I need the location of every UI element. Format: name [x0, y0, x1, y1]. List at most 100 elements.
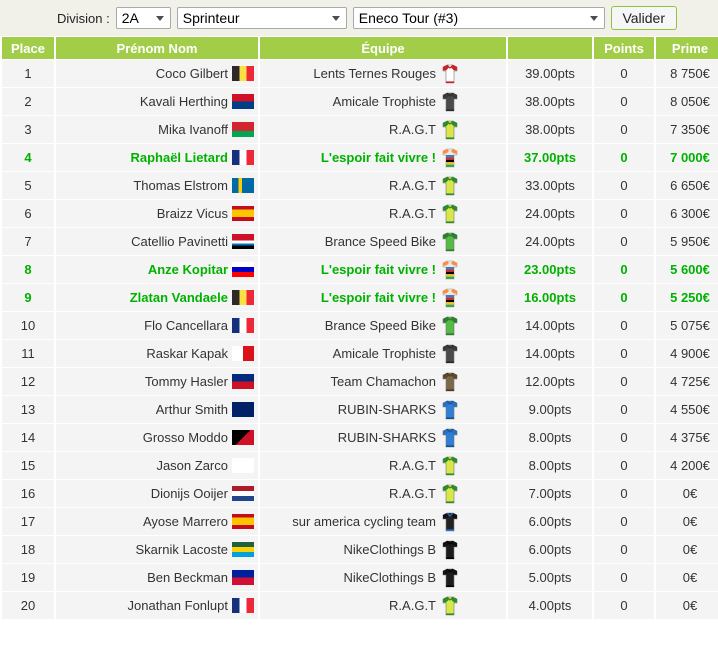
- table-row[interactable]: 12 Tommy Hasler Team Chamachon 12.00pts 0 4 7…: [2, 368, 718, 395]
- team-name-label: R.A.G.T: [389, 486, 436, 501]
- table-row[interactable]: 19 Ben Beckman NikeClothings B 5.00pts 0 0€: [2, 564, 718, 591]
- cell-prime: 0€: [656, 508, 718, 535]
- cell-rider-name[interactable]: Raskar Kapak: [56, 340, 258, 367]
- cell-rider-name[interactable]: Dionijs Ooijer: [56, 480, 258, 507]
- jersey-icon: [440, 595, 460, 617]
- column-header-points-total[interactable]: [508, 37, 592, 59]
- column-header-name[interactable]: Prénom Nom: [56, 37, 258, 59]
- flag-icon-spain: [232, 514, 254, 529]
- flag-icon-belgium: [232, 66, 254, 81]
- table-row[interactable]: 5 Thomas Elstrom R.A.G.T 33.00pts 0 6 650€: [2, 172, 718, 199]
- team-name-label: R.A.G.T: [389, 178, 436, 193]
- cell-team-name[interactable]: Amicale Trophiste: [260, 88, 506, 115]
- cell-rider-name[interactable]: Tommy Hasler: [56, 368, 258, 395]
- column-header-prime[interactable]: Prime: [656, 37, 718, 59]
- cell-team-name[interactable]: R.A.G.T: [260, 452, 506, 479]
- cell-points-total: 12.00pts: [508, 368, 592, 395]
- table-row[interactable]: 17 Ayose Marrero sur america cycling team 6…: [2, 508, 718, 535]
- cell-points-total: 33.00pts: [508, 172, 592, 199]
- cell-team-name[interactable]: R.A.G.T: [260, 172, 506, 199]
- column-header-place[interactable]: Place: [2, 37, 54, 59]
- table-row[interactable]: 14 Grosso Moddo RUBIN-SHARKS 8.00pts 0 4 375€: [2, 424, 718, 451]
- validate-button[interactable]: Valider: [610, 6, 677, 30]
- table-row[interactable]: 7 Catellio Pavinetti Brance Speed Bike 24.0…: [2, 228, 718, 255]
- table-row[interactable]: 6 Braizz Vicus R.A.G.T 24.00pts 0 6 300€: [2, 200, 718, 227]
- role-select[interactable]: Sprinteur: [176, 7, 347, 29]
- cell-rider-name[interactable]: Ben Beckman: [56, 564, 258, 591]
- table-row[interactable]: 15 Jason Zarco R.A.G.T 8.00pts 0 4 200€: [2, 452, 718, 479]
- cell-rider-name[interactable]: Thomas Elstrom: [56, 172, 258, 199]
- cell-team-name[interactable]: L'espoir fait vivre !: [260, 284, 506, 311]
- cell-team-name[interactable]: Brance Speed Bike: [260, 228, 506, 255]
- race-select[interactable]: Eneco Tour (#3): [352, 7, 605, 29]
- cell-team-name[interactable]: R.A.G.T: [260, 116, 506, 143]
- jersey-icon: [440, 147, 460, 169]
- cell-rider-name[interactable]: Coco Gilbert: [56, 60, 258, 87]
- cell-team-name[interactable]: Team Chamachon: [260, 368, 506, 395]
- cell-team-name[interactable]: R.A.G.T: [260, 480, 506, 507]
- cell-rider-name[interactable]: Kavali Herthing: [56, 88, 258, 115]
- flag-icon-panama: [232, 346, 254, 361]
- team-name-label: R.A.G.T: [389, 598, 436, 613]
- table-row[interactable]: 4 Raphaël Lietard L'espoir fait vivre ! 37.…: [2, 144, 718, 171]
- cell-team-name[interactable]: NikeClothings B: [260, 536, 506, 563]
- cell-place: 9: [2, 284, 54, 311]
- table-row[interactable]: 13 Arthur Smith RUBIN-SHARKS 9.00pts 0 4 550€: [2, 396, 718, 423]
- cell-rider-name[interactable]: Zlatan Vandaele: [56, 284, 258, 311]
- cell-team-name[interactable]: L'espoir fait vivre !: [260, 144, 506, 171]
- table-row[interactable]: 10 Flo Cancellara Brance Speed Bike 14.00pt…: [2, 312, 718, 339]
- cell-rider-name[interactable]: Jonathan Fonlupt: [56, 592, 258, 619]
- team-name-label: L'espoir fait vivre !: [320, 290, 436, 305]
- table-row[interactable]: 18 Skarnik Lacoste NikeClothings B 6.00pts 0…: [2, 536, 718, 563]
- rider-name-label: Dionijs Ooijer: [150, 486, 228, 501]
- table-row[interactable]: 8 Anze Kopitar L'espoir fait vivre ! 23.00p…: [2, 256, 718, 283]
- cell-place: 5: [2, 172, 54, 199]
- cell-team-name[interactable]: R.A.G.T: [260, 592, 506, 619]
- table-row[interactable]: 11 Raskar Kapak Amicale Trophiste 14.00pts 0…: [2, 340, 718, 367]
- cell-team-name[interactable]: R.A.G.T: [260, 200, 506, 227]
- column-header-team[interactable]: Équipe: [260, 37, 506, 59]
- flag-icon-france: [232, 598, 254, 613]
- cell-points-total: 6.00pts: [508, 508, 592, 535]
- cell-points: 0: [594, 396, 654, 423]
- table-row[interactable]: 20 Jonathan Fonlupt R.A.G.T 4.00pts 0 0€: [2, 592, 718, 619]
- column-header-points[interactable]: Points: [594, 37, 654, 59]
- cell-team-name[interactable]: Lents Ternes Rouges: [260, 60, 506, 87]
- cell-prime: 0€: [656, 592, 718, 619]
- cell-points-total: 39.00pts: [508, 60, 592, 87]
- cell-team-name[interactable]: Amicale Trophiste: [260, 340, 506, 367]
- cell-place: 17: [2, 508, 54, 535]
- cell-points-total: 38.00pts: [508, 88, 592, 115]
- division-select[interactable]: 2A: [115, 7, 171, 29]
- cell-rider-name[interactable]: Skarnik Lacoste: [56, 536, 258, 563]
- table-row[interactable]: 9 Zlatan Vandaele L'espoir fait vivre ! 16.…: [2, 284, 718, 311]
- cell-team-name[interactable]: sur america cycling team: [260, 508, 506, 535]
- cell-rider-name[interactable]: Flo Cancellara: [56, 312, 258, 339]
- cell-rider-name[interactable]: Ayose Marrero: [56, 508, 258, 535]
- rider-name-label: Skarnik Lacoste: [135, 542, 229, 557]
- table-row[interactable]: 1 Coco Gilbert Lents Ternes Rouges 39.00pts…: [2, 60, 718, 87]
- cell-team-name[interactable]: RUBIN-SHARKS: [260, 424, 506, 451]
- cell-rider-name[interactable]: Braizz Vicus: [56, 200, 258, 227]
- cell-rider-name[interactable]: Jason Zarco: [56, 452, 258, 479]
- cell-rider-name[interactable]: Anze Kopitar: [56, 256, 258, 283]
- cell-points: 0: [594, 200, 654, 227]
- cell-rider-name[interactable]: Raphaël Lietard: [56, 144, 258, 171]
- team-name-label: R.A.G.T: [389, 122, 436, 137]
- cell-team-name[interactable]: Brance Speed Bike: [260, 312, 506, 339]
- cell-team-name[interactable]: RUBIN-SHARKS: [260, 396, 506, 423]
- table-row[interactable]: 2 Kavali Herthing Amicale Trophiste 38.00pt…: [2, 88, 718, 115]
- table-row[interactable]: 16 Dionijs Ooijer R.A.G.T 7.00pts 0 0€: [2, 480, 718, 507]
- cell-team-name[interactable]: L'espoir fait vivre !: [260, 256, 506, 283]
- cell-place: 7: [2, 228, 54, 255]
- cell-team-name[interactable]: NikeClothings B: [260, 564, 506, 591]
- cell-rider-name[interactable]: Catellio Pavinetti: [56, 228, 258, 255]
- rider-name-label: Ben Beckman: [147, 570, 228, 585]
- cell-rider-name[interactable]: Grosso Moddo: [56, 424, 258, 451]
- cell-place: 18: [2, 536, 54, 563]
- cell-points: 0: [594, 424, 654, 451]
- cell-rider-name[interactable]: Arthur Smith: [56, 396, 258, 423]
- cell-points: 0: [594, 452, 654, 479]
- table-row[interactable]: 3 Mika Ivanoff R.A.G.T 38.00pts 0 7 350€: [2, 116, 718, 143]
- cell-rider-name[interactable]: Mika Ivanoff: [56, 116, 258, 143]
